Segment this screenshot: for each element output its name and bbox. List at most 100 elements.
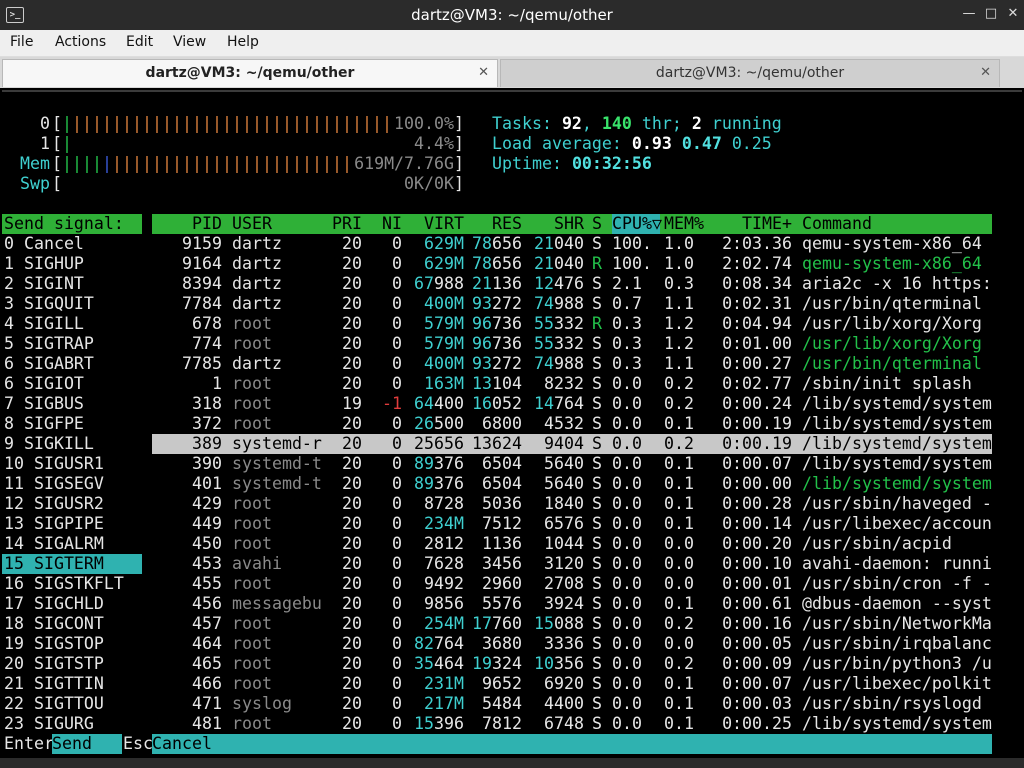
cell-res: 93272 [472,354,522,373]
cell-ni: 0 [392,534,402,553]
signal-item[interactable]: 2 SIGINT [4,274,84,294]
signal-item[interactable]: 16 SIGSTKFLT [4,574,124,594]
signal-item[interactable]: 18 SIGCONT [4,614,104,634]
tasks-separator: , [581,114,602,133]
column-header-s[interactable]: S [592,214,606,234]
cell-pri: 20 [342,274,362,293]
column-header-time[interactable]: TIME+ [720,214,792,234]
signal-item[interactable]: 8 SIGFPE [4,414,84,434]
minimize-icon[interactable]: — [962,7,976,21]
cell-pri: 20 [342,494,362,513]
cell-shr: 12476 [534,274,584,293]
cell-mem: 1.1 [664,354,694,373]
signal-item[interactable]: 21 SIGTTIN [4,674,104,694]
cell-shr: 1840 [544,494,584,513]
cell-virt: 8728 [424,494,464,513]
menu-actions[interactable]: Actions [55,34,106,50]
signal-item[interactable]: 1 SIGHUP [4,254,84,274]
column-header-virt[interactable]: VIRT [406,214,464,234]
cell-res: 96736 [472,314,522,333]
signal-item[interactable]: 12 SIGUSR2 [4,494,104,514]
cell-user: root [232,534,272,553]
load-line: Load average: 0.93 0.47 0.25 [492,134,772,154]
signal-item[interactable]: 15 SIGTERM [4,554,104,574]
cell-cpu: 0.0 [612,414,642,433]
terminal-area[interactable]: 0 [ ||||||||||||||||||||||||||||||||| 10… [2,90,1022,760]
signal-item[interactable]: 9 SIGKILL [4,434,94,454]
menu-view[interactable]: View [173,34,206,50]
signal-item[interactable]: 6 SIGIOT [4,374,84,394]
cell-time: 2:03.36 [722,234,792,253]
signal-item[interactable]: 6 SIGABRT [4,354,94,374]
cell-mem: 0.1 [664,474,694,493]
column-header-res[interactable]: RES [468,214,522,234]
cell-res: 13624 [472,434,522,453]
signal-item[interactable]: 0 Cancel [4,234,84,254]
signal-item[interactable]: 13 SIGPIPE [4,514,104,534]
signal-item[interactable]: 4 SIGILL [4,314,84,334]
column-header-pid[interactable]: PID [152,214,222,234]
column-header-mem[interactable]: MEM% [664,214,704,234]
cell-virt: 7628 [424,554,464,573]
column-header-cpu[interactable]: CPU%▽ [612,214,668,234]
cell-cmd: /lib/systemd/system [802,434,992,453]
cell-time: 0:00.27 [722,354,792,373]
cell-cmd: /usr/sbin/rsyslogd [802,694,982,713]
close-window-icon[interactable]: ✕ [1006,7,1020,21]
menu-help[interactable]: Help [227,34,259,50]
cell-mem: 0.0 [664,554,694,573]
cell-user: root [232,334,272,353]
signal-item[interactable]: 3 SIGQUIT [4,294,94,314]
cell-s: S [592,334,602,353]
cell-ni: 0 [392,554,402,573]
cell-cpu: 0.0 [612,394,642,413]
tasks-count: 92 [561,114,582,133]
tab-terminal-1[interactable]: dartz@VM3: ~/qemu/other ✕ [2,59,498,87]
cancel-button[interactable] [152,734,992,754]
cell-pri: 20 [342,554,362,573]
tab-close-icon[interactable]: ✕ [980,60,991,86]
signal-item[interactable]: 11 SIGSEGV [4,474,104,494]
maximize-icon[interactable]: □ [984,7,998,21]
signal-item[interactable]: 20 SIGTSTP [4,654,104,674]
signal-item[interactable]: 14 SIGALRM [4,534,104,554]
tab-terminal-2[interactable]: dartz@VM3: ~/qemu/other ✕ [500,59,1000,87]
cell-cpu: 0.7 [612,294,642,313]
menu-edit[interactable]: Edit [126,34,153,50]
column-header-user[interactable]: USER [232,214,322,234]
signal-item[interactable]: 17 SIGCHLD [4,594,104,614]
cell-res: 78656 [472,234,522,253]
signal-item[interactable]: 5 SIGTRAP [4,334,94,354]
cell-cmd: @dbus-daemon --syst [802,594,992,613]
cell-s: S [592,574,602,593]
signal-item[interactable]: 19 SIGSTOP [4,634,104,654]
signal-item[interactable]: 22 SIGTTOU [4,694,104,714]
cell-time: 0:08.34 [722,274,792,293]
cell-ni: 0 [392,374,402,393]
tab-close-icon[interactable]: ✕ [478,60,489,86]
cell-user: dartz [232,354,282,373]
cell-s: S [592,534,602,553]
cell-cmd: /usr/bin/qterminal [802,294,982,313]
column-header-pri[interactable]: PRI [322,214,362,234]
cell-ni: 0 [392,314,402,333]
cell-virt: 89376 [414,474,464,493]
cell-cpu: 0.0 [612,674,642,693]
signal-item[interactable]: 10 SIGUSR1 [4,454,104,474]
column-header-command[interactable]: Command [802,214,992,234]
cell-time: 0:00.24 [722,394,792,413]
cell-mem: 1.2 [664,334,694,353]
cell-mem: 0.0 [664,534,694,553]
cell-ni: 0 [392,694,402,713]
column-header-ni[interactable]: NI [368,214,402,234]
cell-s: S [592,434,602,453]
signal-item[interactable]: 23 SIGURG [4,714,94,734]
threads-label: thr; [631,114,692,133]
column-header-shr[interactable]: SHR [528,214,584,234]
menu-file[interactable]: File [10,34,33,50]
cell-virt: 400M [424,294,464,313]
cell-res: 5484 [482,694,522,713]
signal-item[interactable]: 7 SIGBUS [4,394,84,414]
cell-shr: 21040 [534,234,584,253]
cell-virt: 26500 [414,414,464,433]
